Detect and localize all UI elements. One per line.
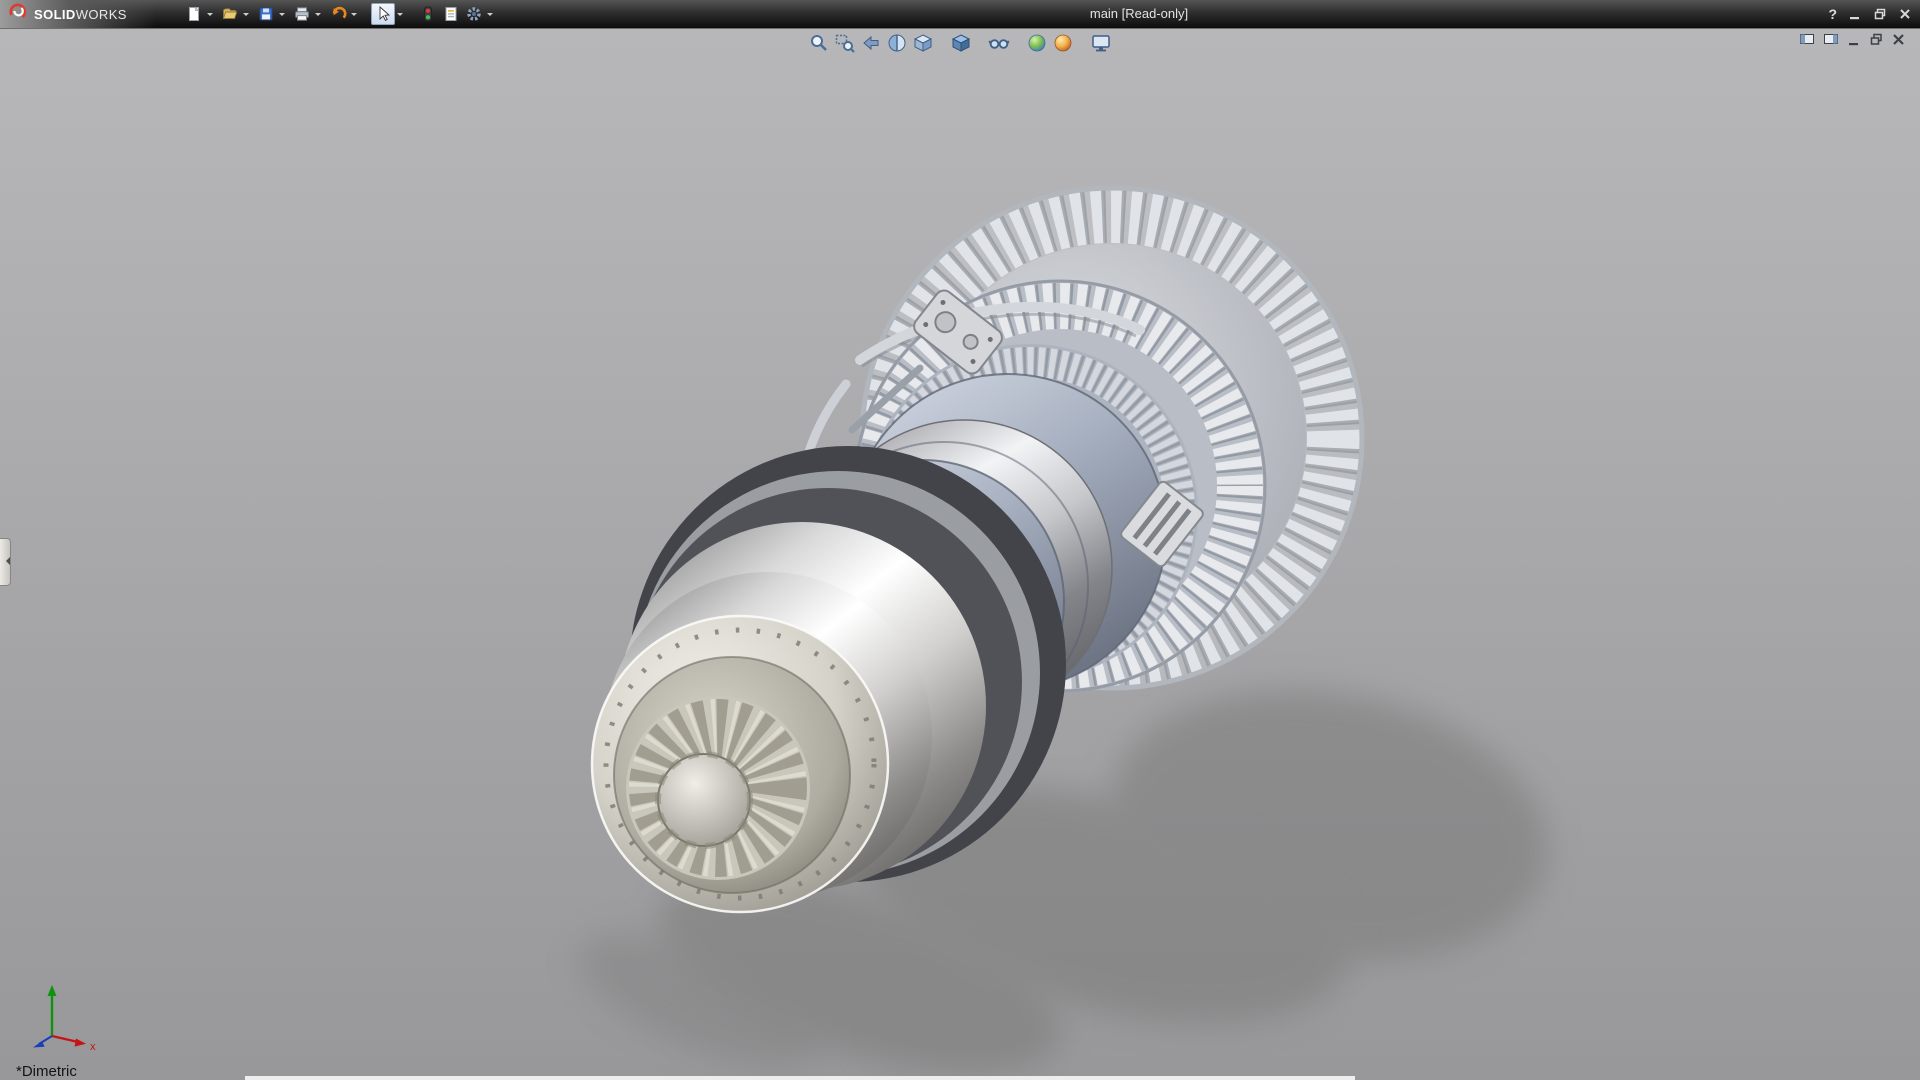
undo-button[interactable] bbox=[327, 4, 349, 24]
minimize-button[interactable] bbox=[1848, 7, 1862, 21]
previous-view-button[interactable] bbox=[859, 31, 883, 55]
view-settings-button[interactable] bbox=[1089, 31, 1113, 55]
section-sphere-icon bbox=[886, 32, 908, 54]
zoom-to-fit-button[interactable] bbox=[807, 31, 831, 55]
monitor-icon bbox=[1090, 32, 1112, 54]
document-properties-icon bbox=[442, 5, 460, 23]
options-button[interactable] bbox=[463, 4, 485, 24]
print-button[interactable] bbox=[291, 4, 313, 24]
print-dropdown[interactable] bbox=[315, 13, 321, 19]
zoom-to-area-button[interactable] bbox=[833, 31, 857, 55]
brand-text: SOLIDWORKS bbox=[34, 7, 127, 22]
close-button[interactable] bbox=[1898, 7, 1912, 21]
printer-icon bbox=[293, 5, 311, 23]
document-title: main [Read-only] bbox=[1090, 0, 1188, 28]
orientation-triad[interactable]: x bbox=[22, 980, 106, 1052]
new-document-button[interactable] bbox=[183, 4, 205, 24]
eyeglasses-icon bbox=[988, 32, 1010, 54]
select-button[interactable] bbox=[371, 3, 395, 25]
open-dropdown[interactable] bbox=[243, 13, 249, 19]
close-document-button[interactable] bbox=[1891, 32, 1906, 47]
save-button[interactable] bbox=[255, 4, 277, 24]
traffic-light-icon bbox=[419, 5, 437, 23]
blank-page-icon bbox=[185, 5, 203, 23]
section-view-button[interactable] bbox=[885, 31, 909, 55]
document-window-controls bbox=[1799, 31, 1906, 47]
help-button[interactable]: ? bbox=[1828, 6, 1837, 22]
headsup-view-toolbar bbox=[806, 31, 1114, 55]
featuremanager-collapsed-tab[interactable] bbox=[0, 538, 11, 586]
brand-text-light: WORKS bbox=[76, 7, 127, 22]
panel-right-icon[interactable] bbox=[1823, 31, 1840, 47]
floppy-disk-icon bbox=[257, 5, 275, 23]
shaded-cube-icon bbox=[950, 32, 972, 54]
solidworks-window: SOLIDWORKS bbox=[0, 0, 1920, 1080]
select-dropdown[interactable] bbox=[397, 13, 403, 19]
brand-text-bold: SOLID bbox=[34, 7, 76, 22]
solidworks-logo-icon bbox=[8, 2, 28, 27]
window-controls: ? bbox=[1828, 0, 1912, 28]
x-axis-arrow bbox=[75, 1039, 86, 1047]
save-dropdown[interactable] bbox=[279, 13, 285, 19]
solidworks-brand: SOLIDWORKS bbox=[0, 0, 157, 28]
back-arrow-icon bbox=[860, 32, 882, 54]
gear-icon bbox=[465, 5, 483, 23]
magnifier-area-icon bbox=[834, 32, 856, 54]
view-orientation-label: *Dimetric bbox=[16, 1063, 77, 1080]
file-properties-button[interactable] bbox=[440, 4, 462, 24]
view-orientation-button[interactable] bbox=[911, 31, 935, 55]
orange-ball-icon bbox=[1052, 32, 1074, 54]
cursor-arrow-icon bbox=[374, 5, 392, 23]
rebuild-button[interactable] bbox=[417, 4, 439, 24]
undo-arrow-icon bbox=[329, 5, 347, 23]
restore-document-button[interactable] bbox=[1869, 32, 1884, 47]
x-axis-label: x bbox=[90, 1041, 96, 1052]
restore-button[interactable] bbox=[1873, 7, 1887, 21]
undo-dropdown[interactable] bbox=[351, 13, 357, 19]
new-document-dropdown[interactable] bbox=[207, 13, 213, 19]
bottom-edge-strip bbox=[245, 1076, 1355, 1080]
display-style-button[interactable] bbox=[949, 31, 973, 55]
titlebar: SOLIDWORKS bbox=[0, 0, 1920, 29]
green-ball-icon bbox=[1026, 32, 1048, 54]
edit-appearance-button[interactable] bbox=[1025, 31, 1049, 55]
hide-show-items-button[interactable] bbox=[987, 31, 1011, 55]
magnifier-icon bbox=[808, 32, 830, 54]
options-dropdown[interactable] bbox=[487, 13, 493, 19]
y-axis-arrow bbox=[48, 985, 57, 996]
minimize-document-button[interactable] bbox=[1847, 32, 1862, 47]
cube-icon bbox=[912, 32, 934, 54]
standard-toolbar bbox=[183, 3, 499, 25]
panel-left-icon[interactable] bbox=[1799, 31, 1816, 47]
open-button[interactable] bbox=[219, 4, 241, 24]
apply-scene-button[interactable] bbox=[1051, 31, 1075, 55]
3d-viewport[interactable] bbox=[0, 0, 1920, 1080]
folder-icon bbox=[221, 5, 239, 23]
